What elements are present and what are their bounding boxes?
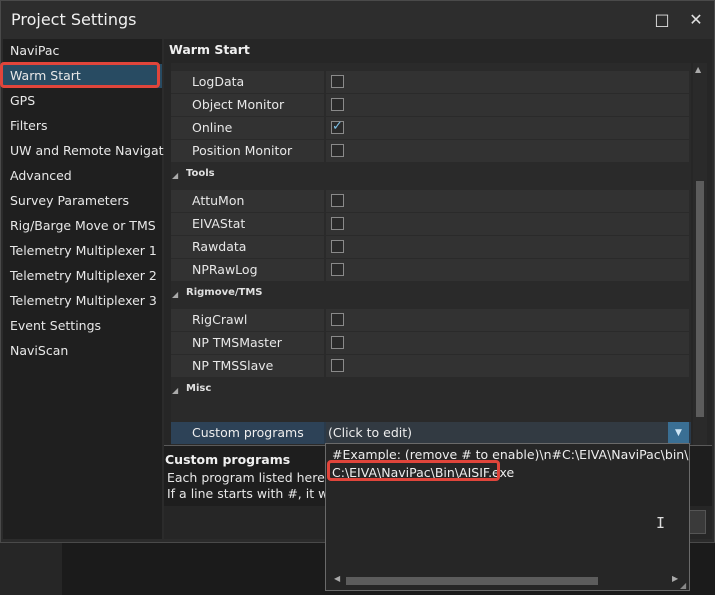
- setting-value[interactable]: [326, 94, 689, 116]
- horizontal-scrollbar[interactable]: ◀ ▶: [328, 573, 687, 588]
- custom-programs-label: Custom programs: [171, 422, 324, 444]
- setting-row[interactable]: AttuMon: [171, 190, 691, 212]
- checkbox[interactable]: [331, 240, 344, 253]
- setting-row[interactable]: NP TMSMaster: [171, 332, 691, 354]
- sidebar-item-telemetry-multiplexer-1[interactable]: Telemetry Multiplexer 1: [3, 239, 162, 263]
- dropdown-chevron-icon[interactable]: ▼: [668, 422, 689, 444]
- property-grid: Input MonitorLogDataObject MonitorOnline…: [171, 63, 691, 460]
- setting-value[interactable]: [326, 259, 689, 281]
- setting-value[interactable]: [326, 355, 689, 377]
- checkbox[interactable]: [331, 98, 344, 111]
- setting-value[interactable]: [326, 71, 689, 93]
- section-title: Warm Start: [169, 42, 250, 57]
- window-title: Project Settings: [11, 10, 137, 29]
- setting-value[interactable]: ✓: [326, 117, 689, 139]
- sidebar-item-rig-barge-move-or-tms[interactable]: Rig/Barge Move or TMS: [3, 214, 162, 238]
- checkmark-icon: ✓: [332, 119, 343, 134]
- close-icon[interactable]: ✕: [685, 9, 707, 31]
- category-header[interactable]: ◢ Rigmove/TMS: [171, 284, 691, 306]
- sidebar-item-navipac[interactable]: NaviPac: [3, 39, 162, 63]
- dialog-button[interactable]: [689, 510, 706, 534]
- sidebar-item-event-settings[interactable]: Event Settings: [3, 314, 162, 338]
- aisif-line-highlight: [327, 460, 500, 481]
- setting-label: NP TMSSlave: [171, 355, 324, 377]
- category-header[interactable]: ◢ Misc: [171, 380, 691, 402]
- setting-label: LogData: [171, 71, 324, 93]
- setting-row[interactable]: Rawdata: [171, 236, 691, 258]
- setting-row[interactable]: EIVAStat: [171, 213, 691, 235]
- setting-label: Object Monitor: [171, 94, 324, 116]
- setting-value[interactable]: [326, 213, 689, 235]
- checkbox[interactable]: [331, 217, 344, 230]
- checkbox[interactable]: [331, 313, 344, 326]
- setting-value[interactable]: [326, 332, 689, 354]
- setting-row[interactable]: Position Monitor: [171, 140, 691, 162]
- scroll-right-icon[interactable]: ▶: [672, 574, 678, 583]
- horizontal-scroll-thumb[interactable]: [346, 577, 598, 585]
- checkbox[interactable]: [331, 75, 344, 88]
- category-label: Misc: [186, 383, 212, 394]
- setting-label: NP TMSMaster: [171, 332, 324, 354]
- scroll-left-icon[interactable]: ◀: [334, 574, 340, 583]
- setting-value[interactable]: [326, 190, 689, 212]
- category-header[interactable]: ◢ Tools: [171, 165, 691, 187]
- category-label: Rigmove/TMS: [186, 287, 263, 298]
- checkbox[interactable]: ✓: [331, 119, 344, 134]
- sidebar-item-telemetry-multiplexer-2[interactable]: Telemetry Multiplexer 2: [3, 264, 162, 288]
- warm-start-highlight: [0, 62, 160, 88]
- setting-label: NPRawLog: [171, 259, 324, 281]
- setting-label: RigCrawl: [171, 309, 324, 331]
- setting-label: Rawdata: [171, 236, 324, 258]
- sidebar-item-survey-parameters[interactable]: Survey Parameters: [3, 189, 162, 213]
- scroll-up-icon[interactable]: ▲: [695, 65, 701, 74]
- setting-value[interactable]: [326, 236, 689, 258]
- setting-label: EIVAStat: [171, 213, 324, 235]
- title-bar: Project Settings □ ✕: [1, 1, 714, 39]
- setting-value[interactable]: [326, 140, 689, 162]
- setting-label: AttuMon: [171, 190, 324, 212]
- sidebar-item-telemetry-multiplexer-3[interactable]: Telemetry Multiplexer 3: [3, 289, 162, 313]
- description-title: Custom programs: [165, 452, 291, 467]
- setting-row[interactable]: NPRawLog: [171, 259, 691, 281]
- maximize-icon[interactable]: □: [651, 9, 673, 31]
- setting-row[interactable]: RigCrawl: [171, 309, 691, 331]
- sidebar-item-filters[interactable]: Filters: [3, 114, 162, 138]
- setting-label: Position Monitor: [171, 140, 324, 162]
- sidebar-item-uw-and-remote-navigation[interactable]: UW and Remote Navigation: [3, 139, 183, 163]
- setting-label: Online: [171, 117, 324, 139]
- setting-row[interactable]: LogData: [171, 71, 691, 93]
- sidebar-item-gps[interactable]: GPS: [3, 89, 162, 113]
- setting-row[interactable]: Online ✓: [171, 117, 691, 139]
- category-label: Tools: [186, 168, 215, 179]
- sidebar-item-naviscan[interactable]: NaviScan: [3, 339, 162, 363]
- setting-row[interactable]: Object Monitor: [171, 94, 691, 116]
- resize-grip-icon[interactable]: ◢: [680, 581, 686, 590]
- collapse-arrow-icon[interactable]: ◢: [172, 165, 178, 187]
- text-cursor-icon: I: [656, 514, 666, 532]
- setting-value[interactable]: [326, 309, 689, 331]
- checkbox[interactable]: [331, 359, 344, 372]
- vertical-scrollbar[interactable]: ▲ ▼: [693, 63, 707, 460]
- collapse-arrow-icon[interactable]: ◢: [172, 380, 178, 402]
- checkbox[interactable]: [331, 144, 344, 157]
- setting-row[interactable]: NP TMSSlave: [171, 355, 691, 377]
- sidebar-item-advanced[interactable]: Advanced: [3, 164, 162, 188]
- collapse-arrow-icon[interactable]: ◢: [172, 284, 178, 306]
- checkbox[interactable]: [331, 336, 344, 349]
- checkbox[interactable]: [331, 194, 344, 207]
- settings-sidebar: NaviPac Warm Start GPS Filters UW and Remote…: [3, 39, 183, 539]
- scroll-thumb[interactable]: [696, 181, 704, 417]
- custom-programs-value[interactable]: (Click to edit): [326, 422, 668, 444]
- custom-programs-row[interactable]: Custom programs (Click to edit) ▼: [171, 422, 691, 444]
- checkbox[interactable]: [331, 263, 344, 276]
